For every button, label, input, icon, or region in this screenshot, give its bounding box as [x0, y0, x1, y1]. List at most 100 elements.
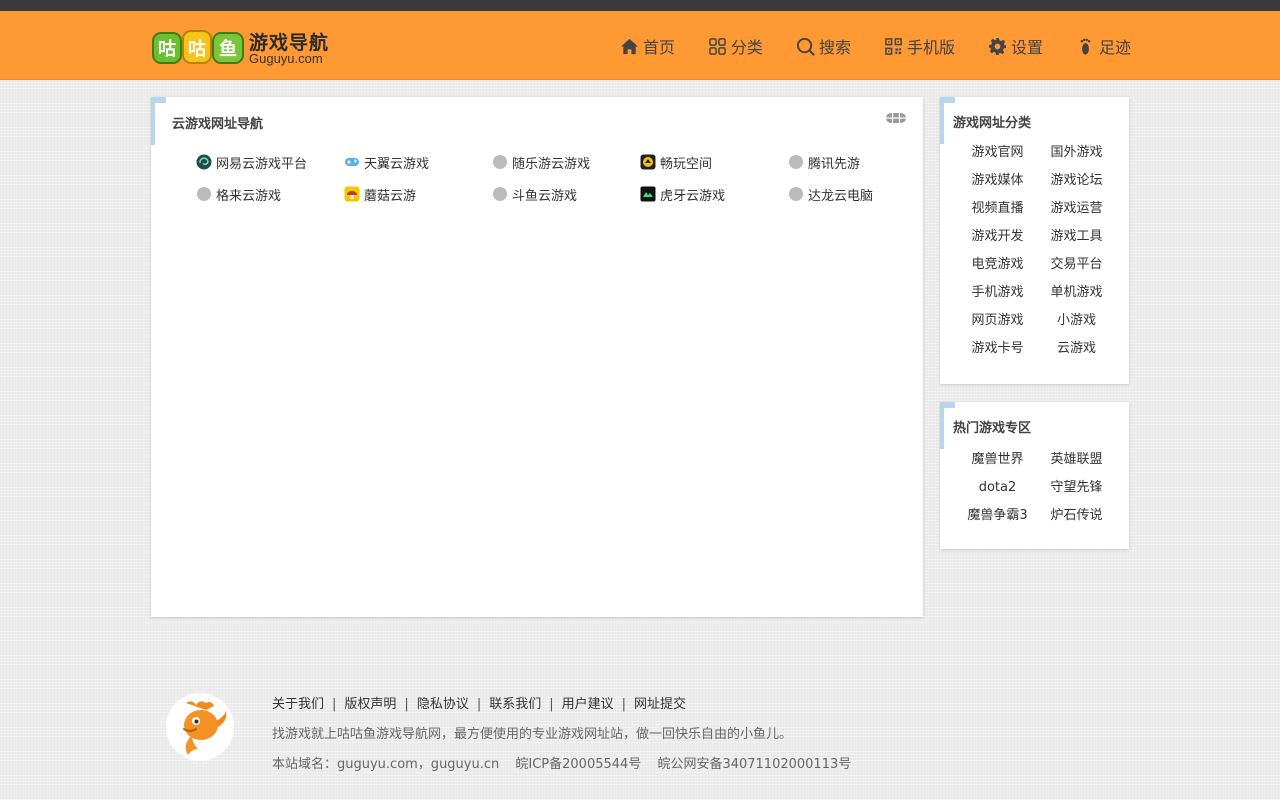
default-site-icon: [493, 187, 507, 201]
footer-icp[interactable]: 皖ICP备20005544号: [515, 757, 641, 772]
footer-link-copyright[interactable]: 版权声明: [344, 697, 396, 712]
footer-domains: 本站域名：guguyu.com，guguyu.cn: [272, 757, 500, 772]
main-nav: 首页 分类 搜索 手机版 设置 足迹: [587, 34, 1131, 58]
cloud-game-card: 云游戏网址导航 网易云游戏平台 天翼云游戏 随乐游云游戏 畅玩空间 腾讯先游 格…: [151, 97, 923, 617]
footer-link-privacy[interactable]: 隐私协议: [417, 697, 469, 712]
category-list: 游戏官网 国外游戏 游戏媒体 游戏论坛 视频直播 游戏运营 游戏开发 游戏工具 …: [940, 139, 1129, 363]
category-title: 游戏网址分类: [953, 116, 1032, 131]
category-link[interactable]: 游戏卡号: [958, 335, 1037, 363]
site-header: 咕 咕 鱼 游戏导航 Guguyu.com 首页 分类 搜索 手机版 设置 足迹: [0, 11, 1280, 80]
footer-separator: |: [476, 697, 482, 712]
nav-footprint[interactable]: 足迹: [1076, 34, 1131, 58]
footer-separator: |: [621, 697, 627, 712]
grid-icon: [709, 37, 726, 55]
link-label: 畅玩空间: [660, 156, 713, 172]
site-footer: 关于我们 | 版权声明 | 隐私协议 | 联系我们 | 用户建议 | 网址提交 找游戏就上咕咕鱼游戏…: [166, 693, 866, 773]
card-title: 云游戏网址导航: [172, 117, 264, 132]
site-domain: Guguyu.com: [249, 51, 323, 66]
logo-mark-icon: 咕 咕 鱼: [152, 30, 244, 64]
top-strip: [0, 0, 1280, 11]
default-site-icon: [789, 155, 803, 169]
category-link[interactable]: 云游戏: [1037, 335, 1116, 363]
footer-link-submit[interactable]: 网址提交: [634, 697, 686, 712]
tianyi-icon: [345, 158, 359, 166]
category-link[interactable]: 网页游戏: [958, 307, 1037, 335]
category-card-header: 游戏网址分类: [940, 97, 1129, 144]
footer-separator: |: [549, 697, 554, 712]
svg-text:咕: 咕: [188, 38, 206, 60]
category-link[interactable]: 游戏运营: [1037, 195, 1116, 223]
hot-game-link[interactable]: 炉石传说: [1037, 502, 1116, 530]
link-label: 达龙云电脑: [808, 188, 874, 204]
category-link[interactable]: 游戏开发: [958, 223, 1037, 251]
hot-game-link[interactable]: 守望先锋: [1037, 474, 1116, 502]
link-label: 天翼云游戏: [364, 156, 430, 172]
footer-links: 关于我们 | 版权声明 | 隐私协议 | 联系我们 | 用户建议 | 网址提交: [272, 693, 686, 712]
link-label: 格来云游戏: [216, 188, 282, 204]
nav-home-label: 首页: [642, 38, 675, 57]
link-label: 蘑菇云游: [364, 188, 417, 204]
category-link[interactable]: 游戏论坛: [1037, 167, 1116, 195]
site-logo[interactable]: 咕 咕 鱼 游戏导航 Guguyu.com: [151, 25, 341, 71]
category-link[interactable]: 游戏工具: [1037, 223, 1116, 251]
nav-settings[interactable]: 设置: [988, 34, 1043, 58]
link-netease-cloud[interactable]: 网易云游戏平台: [196, 153, 344, 172]
layout-toggle-icon[interactable]: [886, 112, 906, 124]
hot-games-header: 热门游戏专区: [940, 402, 1129, 449]
link-label: 虎牙云游戏: [660, 188, 726, 204]
hot-game-link[interactable]: 魔兽争霸3: [958, 502, 1037, 530]
category-link[interactable]: 小游戏: [1037, 307, 1116, 335]
category-link[interactable]: 视频直播: [958, 195, 1037, 223]
link-label: 随乐游云游戏: [512, 156, 591, 172]
category-link[interactable]: 手机游戏: [958, 279, 1037, 307]
category-link[interactable]: 交易平台: [1037, 251, 1116, 279]
footer-description: 找游戏就上咕咕鱼游戏导航网，最方便使用的专业游戏网址站，做一回快乐自由的小鱼儿。: [272, 727, 793, 742]
link-tianyi-cloud[interactable]: 天翼云游戏: [344, 153, 492, 172]
svg-text:鱼: 鱼: [219, 38, 237, 60]
link-douyu-cloud[interactable]: 斗鱼云游戏: [492, 185, 640, 204]
link-label: 网易云游戏平台: [216, 156, 308, 172]
hot-games-title: 热门游戏专区: [953, 421, 1032, 436]
footprint-icon: [1080, 38, 1091, 55]
qrcode-icon: [885, 37, 902, 55]
hot-game-link[interactable]: 英雄联盟: [1037, 446, 1116, 474]
default-site-icon: [197, 187, 211, 201]
nav-mobile[interactable]: 手机版: [884, 34, 955, 58]
link-tencent-xianyou[interactable]: 腾讯先游: [788, 153, 936, 172]
hot-games-card: 热门游戏专区 魔兽世界 英雄联盟 dota2 守望先锋 魔兽争霸3 炉石传说: [940, 402, 1129, 549]
nav-settings-label: 设置: [1010, 38, 1043, 57]
nav-search[interactable]: 搜索: [796, 34, 851, 58]
cloud-game-links: 网易云游戏平台 天翼云游戏 随乐游云游戏 畅玩空间 腾讯先游 格来云游戏 蘑菇云…: [196, 153, 916, 204]
default-site-icon: [789, 187, 803, 201]
nav-footprint-label: 足迹: [1098, 38, 1131, 57]
category-card: 游戏网址分类 游戏官网 国外游戏 游戏媒体 游戏论坛 视频直播 游戏运营 游戏开…: [940, 97, 1129, 384]
nav-home[interactable]: 首页: [620, 34, 675, 58]
changwan-icon: [640, 154, 656, 170]
link-suileyou-cloud[interactable]: 随乐游云游戏: [492, 153, 640, 172]
mogu-icon: [344, 186, 360, 202]
footer-police-record[interactable]: 皖公网安备34071102000113号: [657, 757, 851, 772]
footer-record-info: 本站域名：guguyu.com，guguyu.cn 皖ICP备20005544号…: [272, 753, 863, 772]
hot-game-link[interactable]: dota2: [958, 474, 1037, 502]
link-huya-cloud[interactable]: 虎牙云游戏: [640, 185, 788, 204]
card-header: 云游戏网址导航: [151, 97, 923, 145]
nav-category[interactable]: 分类: [708, 34, 763, 58]
gear-icon: [988, 37, 1007, 55]
link-changwan-space[interactable]: 畅玩空间: [640, 153, 788, 172]
link-label: 斗鱼云游戏: [512, 188, 578, 204]
hot-games-list: 魔兽世界 英雄联盟 dota2 守望先锋 魔兽争霸3 炉石传说: [940, 446, 1129, 530]
category-link[interactable]: 单机游戏: [1037, 279, 1116, 307]
footer-link-about[interactable]: 关于我们: [272, 697, 324, 712]
category-link[interactable]: 游戏媒体: [958, 167, 1037, 195]
nav-mobile-label: 手机版: [906, 38, 955, 57]
link-gelai-cloud[interactable]: 格来云游戏: [196, 185, 344, 204]
huya-icon: [640, 186, 656, 202]
footer-separator: |: [332, 697, 337, 712]
link-label: 腾讯先游: [808, 156, 861, 172]
footer-link-contact[interactable]: 联系我们: [489, 697, 541, 712]
hot-game-link[interactable]: 魔兽世界: [958, 446, 1037, 474]
footer-link-feedback[interactable]: 用户建议: [562, 697, 614, 712]
link-mogu-cloud[interactable]: 蘑菇云游: [344, 185, 492, 204]
link-dalong-cloud-pc[interactable]: 达龙云电脑: [788, 185, 936, 204]
category-link[interactable]: 电竞游戏: [958, 251, 1037, 279]
